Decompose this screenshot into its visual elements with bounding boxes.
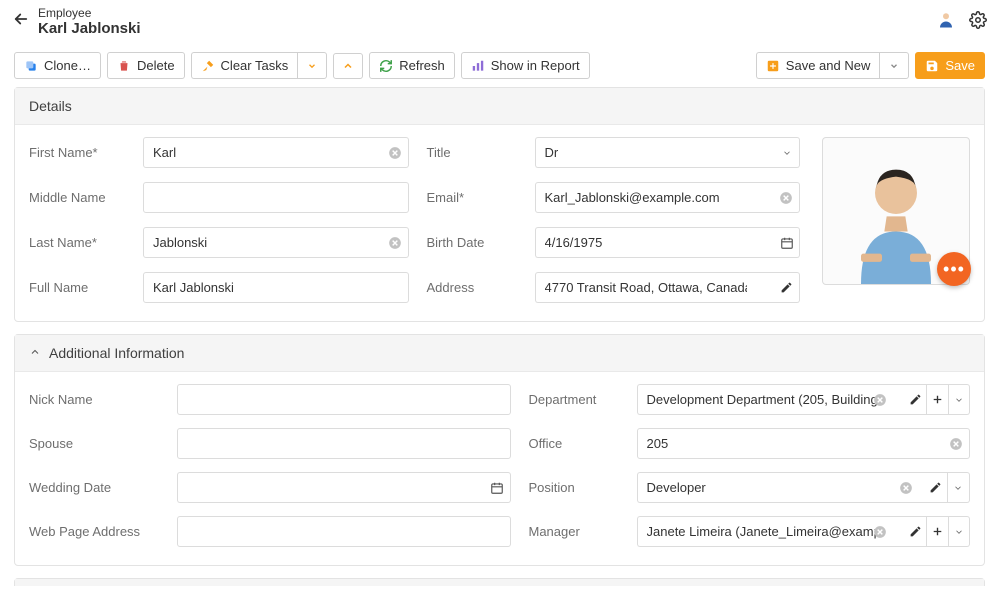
page-title: Karl Jablonski <box>38 20 937 37</box>
nick-name-input[interactable] <box>177 384 511 415</box>
position-dropdown[interactable] <box>948 472 970 503</box>
clear-icon[interactable] <box>948 436 964 452</box>
manager-edit-button[interactable] <box>905 516 927 547</box>
department-edit-button[interactable] <box>905 384 927 415</box>
refresh-icon <box>379 59 393 73</box>
gear-icon[interactable] <box>969 11 987 32</box>
manager-add-button[interactable] <box>927 516 949 547</box>
last-name-input[interactable] <box>143 227 409 258</box>
clone-icon <box>24 59 38 73</box>
panel-notes-header: Notes <box>15 579 984 586</box>
manager-dropdown[interactable] <box>949 516 970 547</box>
panel-additional-info: Additional Information Nick Name Departm… <box>14 334 985 566</box>
save-and-new-label: Save and New <box>786 58 871 73</box>
first-name-label: First Name* <box>29 145 125 160</box>
clone-button[interactable]: Clone… <box>14 52 101 79</box>
last-name-label: Last Name* <box>29 235 125 250</box>
delete-button[interactable]: Delete <box>107 52 185 79</box>
title-input[interactable] <box>535 137 775 168</box>
calendar-button[interactable] <box>485 472 511 503</box>
refresh-button[interactable]: Refresh <box>369 52 455 79</box>
clear-icon[interactable] <box>387 235 403 251</box>
chevron-up-icon <box>341 59 355 73</box>
address-label: Address <box>427 280 517 295</box>
birth-date-label: Birth Date <box>427 235 517 250</box>
clear-icon[interactable] <box>872 524 888 540</box>
clear-icon[interactable] <box>778 190 794 206</box>
clear-tasks-dropdown[interactable] <box>297 52 327 79</box>
clear-icon[interactable] <box>898 480 914 496</box>
panel-notes: Notes <box>14 578 985 586</box>
broom-icon <box>201 59 215 73</box>
first-name-input[interactable] <box>143 137 409 168</box>
show-in-report-label: Show in Report <box>491 58 580 73</box>
photo-action-fab[interactable]: ••• <box>937 252 971 286</box>
title-dropdown[interactable] <box>775 137 800 168</box>
clear-tasks-label: Clear Tasks <box>221 58 289 73</box>
chevron-up-icon <box>29 345 41 361</box>
department-add-button[interactable] <box>927 384 949 415</box>
spouse-label: Spouse <box>29 436 159 451</box>
header-bar: Employee Karl Jablonski <box>0 0 999 44</box>
nick-name-label: Nick Name <box>29 392 159 407</box>
wedding-date-label: Wedding Date <box>29 480 159 495</box>
department-label: Department <box>529 392 619 407</box>
trash-icon <box>117 59 131 73</box>
office-input[interactable] <box>637 428 971 459</box>
full-name-label: Full Name <box>29 280 125 295</box>
wedding-date-input[interactable] <box>177 472 485 503</box>
chart-icon <box>471 59 485 73</box>
plus-square-icon <box>766 59 780 73</box>
delete-label: Delete <box>137 58 175 73</box>
birth-date-input[interactable] <box>535 227 775 258</box>
manager-label: Manager <box>529 524 619 539</box>
web-page-label: Web Page Address <box>29 524 159 539</box>
manager-input[interactable] <box>637 516 906 547</box>
up-button[interactable] <box>333 53 363 79</box>
employee-photo: ••• <box>822 137 970 285</box>
back-button[interactable] <box>12 10 38 34</box>
user-icon[interactable] <box>937 11 955 32</box>
save-button[interactable]: Save <box>915 52 985 79</box>
calendar-button[interactable] <box>775 227 800 258</box>
title-label: Title <box>427 145 517 160</box>
chevron-down-icon <box>305 59 319 73</box>
save-label: Save <box>945 58 975 73</box>
panel-details: Details First Name* Title Middle Name E <box>14 87 985 322</box>
department-dropdown[interactable] <box>949 384 970 415</box>
clear-icon[interactable] <box>387 145 403 161</box>
office-label: Office <box>529 436 619 451</box>
save-icon <box>925 59 939 73</box>
email-input[interactable] <box>535 182 801 213</box>
position-input[interactable] <box>637 472 925 503</box>
spouse-input[interactable] <box>177 428 511 459</box>
ellipsis-icon: ••• <box>943 259 965 280</box>
show-in-report-button[interactable]: Show in Report <box>461 52 590 79</box>
position-label: Position <box>529 480 619 495</box>
panel-additional-info-header[interactable]: Additional Information <box>15 335 984 372</box>
web-page-input[interactable] <box>177 516 511 547</box>
position-edit-button[interactable] <box>924 472 948 503</box>
header-titles: Employee Karl Jablonski <box>38 6 937 37</box>
chevron-down-icon <box>887 59 901 73</box>
clear-icon[interactable] <box>872 392 888 408</box>
address-input[interactable] <box>535 272 775 303</box>
middle-name-input[interactable] <box>143 182 409 213</box>
header-section: Employee <box>38 6 937 20</box>
refresh-label: Refresh <box>399 58 445 73</box>
email-label: Email* <box>427 190 517 205</box>
save-and-new-button[interactable]: Save and New <box>756 52 880 79</box>
save-and-new-dropdown[interactable] <box>879 52 909 79</box>
clone-label: Clone… <box>44 58 91 73</box>
address-edit-button[interactable] <box>775 272 800 303</box>
toolbar: Clone… Delete Clear Tasks Refresh Show i… <box>0 44 999 87</box>
panel-details-header: Details <box>15 88 984 125</box>
full-name-input <box>143 272 409 303</box>
middle-name-label: Middle Name <box>29 190 125 205</box>
clear-tasks-button[interactable]: Clear Tasks <box>191 52 298 79</box>
department-input[interactable] <box>637 384 906 415</box>
